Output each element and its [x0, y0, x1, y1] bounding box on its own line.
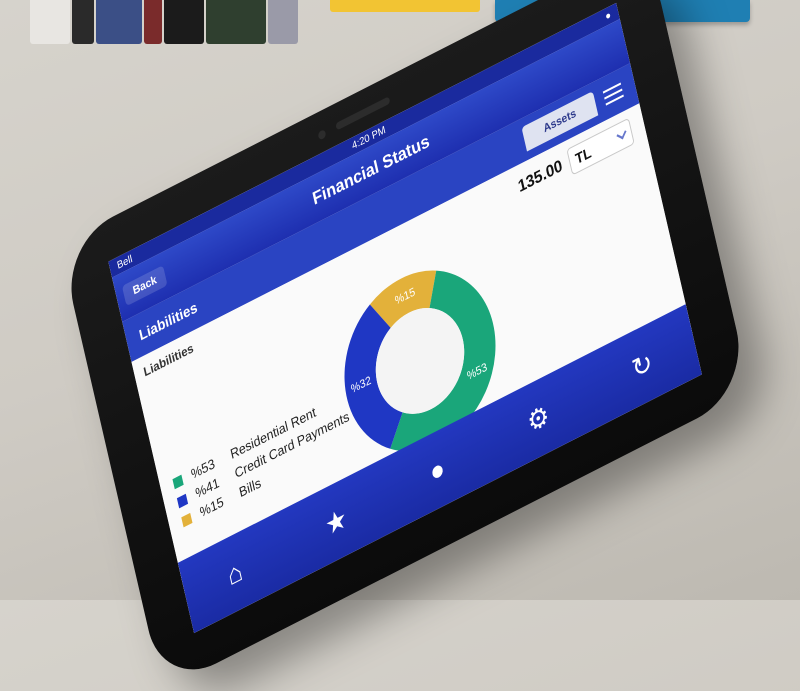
home-icon[interactable]: ⌂: [224, 554, 245, 591]
phone-screen: Bell 4:20 PM ● Back Financial Status Lia…: [108, 2, 702, 634]
status-icons: ●: [604, 8, 613, 23]
legend-swatch: [181, 512, 193, 527]
legend-swatch: [172, 474, 184, 489]
currency-value: TL: [573, 143, 593, 168]
list-icon[interactable]: [602, 82, 624, 106]
refresh-icon[interactable]: ↻: [629, 346, 655, 386]
amount-value: 135.00: [516, 157, 565, 197]
back-button[interactable]: Back: [121, 265, 168, 307]
background-yellow-box: [330, 0, 480, 12]
background-books: [30, 0, 330, 48]
profile-icon[interactable]: ●: [427, 451, 448, 488]
phone: Bell 4:20 PM ● Back Financial Status Lia…: [59, 0, 751, 691]
star-icon[interactable]: ★: [322, 501, 350, 542]
legend-swatch: [176, 493, 188, 508]
gear-icon[interactable]: ⚙: [524, 398, 552, 439]
front-camera: [317, 128, 327, 141]
chevron-down-icon: [616, 128, 627, 140]
